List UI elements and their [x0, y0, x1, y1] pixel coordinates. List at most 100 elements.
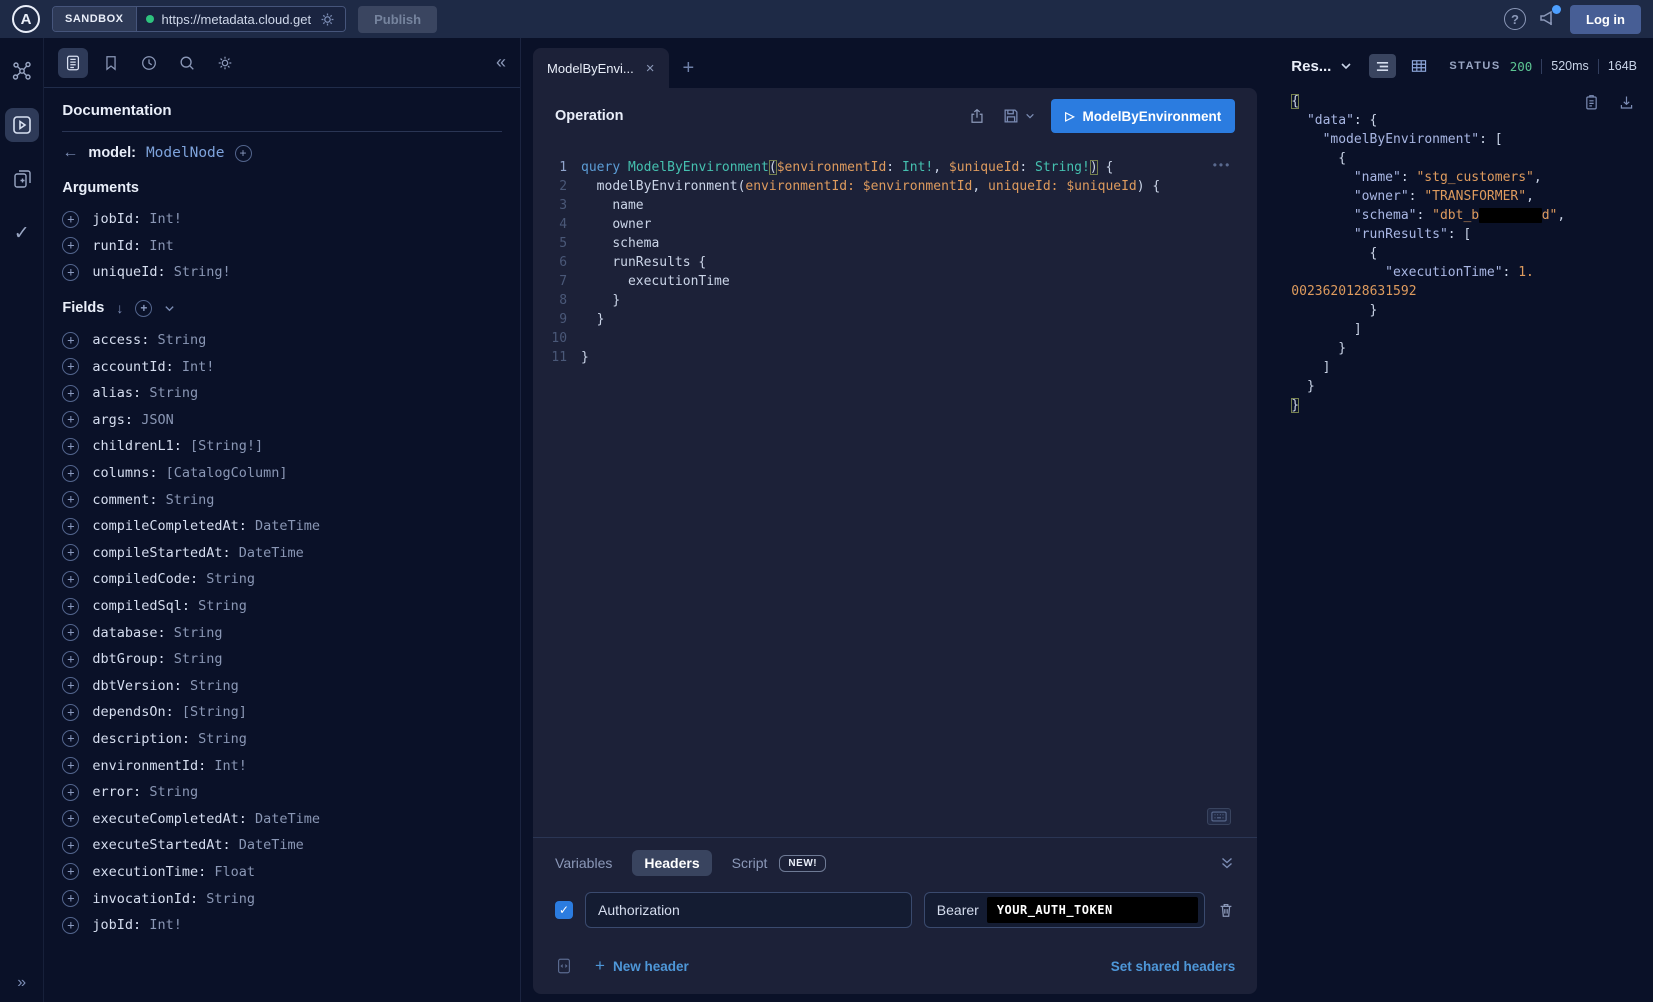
announcements-icon[interactable]: [1538, 8, 1558, 31]
field-type[interactable]: String: [149, 784, 198, 800]
add-field-icon[interactable]: [62, 624, 79, 641]
field-name[interactable]: executeCompletedAt:: [92, 811, 246, 827]
query-editor[interactable]: 1234567891011 query ModelByEnvironment($…: [533, 144, 1257, 837]
add-field-icon[interactable]: [62, 465, 79, 482]
add-field-icon[interactable]: [62, 784, 79, 801]
field-type[interactable]: [CatalogColumn]: [166, 465, 288, 481]
add-field-icon[interactable]: [62, 810, 79, 827]
response-json[interactable]: {"data": {"modelByEnvironment": [{"name"…: [1291, 94, 1637, 417]
add-field-icon[interactable]: [62, 518, 79, 535]
expand-panel-icon[interactable]: »: [17, 974, 26, 992]
field-name[interactable]: compileStartedAt:: [92, 545, 230, 561]
keyboard-shortcuts-icon[interactable]: [1207, 808, 1231, 825]
field-name[interactable]: dependsOn:: [92, 704, 173, 720]
field-type[interactable]: Int!: [149, 917, 182, 933]
field-name[interactable]: columns:: [92, 465, 157, 481]
field-name[interactable]: jobId:: [92, 917, 141, 933]
field-name[interactable]: executionTime:: [92, 864, 206, 880]
field-type[interactable]: String: [198, 598, 247, 614]
graph-icon[interactable]: [5, 54, 39, 88]
endpoint-settings-gear-icon[interactable]: [319, 11, 336, 28]
field-name[interactable]: alias:: [92, 385, 141, 401]
field-name[interactable]: comment:: [92, 492, 157, 508]
endpoint-url-input[interactable]: https://metadata.cloud.get: [137, 7, 346, 31]
operations-icon[interactable]: [5, 108, 39, 142]
header-presets-icon[interactable]: [555, 957, 573, 975]
header-enabled-checkbox[interactable]: ✓: [555, 901, 573, 919]
delete-header-trash-icon[interactable]: [1217, 901, 1235, 919]
share-icon[interactable]: [968, 107, 986, 125]
new-tab-icon[interactable]: +: [683, 57, 695, 80]
new-header-button[interactable]: + New header: [595, 956, 689, 976]
search-icon[interactable]: [172, 48, 202, 78]
history-icon[interactable]: [134, 48, 164, 78]
add-field-icon[interactable]: [62, 704, 79, 721]
tab-script[interactable]: Script: [732, 855, 768, 871]
field-type[interactable]: [String]: [182, 704, 247, 720]
field-type[interactable]: String: [206, 891, 255, 907]
checklist-icon[interactable]: ✓: [5, 216, 39, 250]
header-value-input[interactable]: Bearer YOUR_AUTH_TOKEN: [924, 892, 1206, 928]
help-icon[interactable]: ?: [1504, 8, 1526, 30]
argument-name[interactable]: jobId:: [92, 211, 141, 227]
add-field-icon[interactable]: [62, 332, 79, 349]
field-type[interactable]: Int!: [182, 359, 215, 375]
argument-type[interactable]: String!: [174, 264, 231, 280]
field-type[interactable]: DateTime: [255, 518, 320, 534]
field-type[interactable]: DateTime: [255, 811, 320, 827]
field-type[interactable]: DateTime: [239, 837, 304, 853]
field-type[interactable]: DateTime: [239, 545, 304, 561]
tab-headers[interactable]: Headers: [632, 850, 711, 876]
field-name[interactable]: environmentId:: [92, 758, 206, 774]
field-name[interactable]: compiledSql:: [92, 598, 190, 614]
argument-type[interactable]: Int: [149, 238, 173, 254]
collapse-section-double-chevron-icon[interactable]: [1219, 855, 1235, 871]
documentation-tab-icon[interactable]: [58, 48, 88, 78]
add-field-icon[interactable]: [62, 544, 79, 561]
field-type[interactable]: String: [157, 332, 206, 348]
field-type[interactable]: String: [206, 571, 255, 587]
add-argument-icon[interactable]: [62, 211, 79, 228]
add-field-icon[interactable]: [62, 411, 79, 428]
add-field-icon[interactable]: [235, 145, 252, 162]
field-name[interactable]: executeStartedAt:: [92, 837, 230, 853]
endpoint-url[interactable]: https://metadata.cloud.get: [162, 12, 312, 27]
operation-tab[interactable]: ModelByEnvi... ×: [533, 48, 668, 88]
add-field-icon[interactable]: [62, 385, 79, 402]
settings-gear-icon[interactable]: [210, 48, 240, 78]
bookmark-icon[interactable]: [96, 48, 126, 78]
add-field-icon[interactable]: [62, 598, 79, 615]
download-response-icon[interactable]: [1618, 94, 1635, 111]
query-code[interactable]: query ModelByEnvironment($environmentId:…: [581, 158, 1257, 837]
tab-variables[interactable]: Variables: [555, 855, 612, 871]
add-argument-icon[interactable]: [62, 237, 79, 254]
table-view-toggle-icon[interactable]: [1405, 54, 1432, 78]
close-tab-icon[interactable]: ×: [646, 60, 655, 77]
add-field-icon[interactable]: [62, 730, 79, 747]
header-key-input[interactable]: Authorization: [585, 892, 912, 928]
save-menu[interactable]: [1002, 107, 1035, 125]
fields-chevron-down-icon[interactable]: [164, 303, 175, 314]
add-field-icon[interactable]: [62, 651, 79, 668]
add-field-icon[interactable]: [62, 438, 79, 455]
argument-name[interactable]: uniqueId:: [92, 264, 165, 280]
add-field-icon[interactable]: [62, 837, 79, 854]
field-type[interactable]: String: [190, 678, 239, 694]
collapse-panel-icon[interactable]: «: [496, 52, 506, 73]
field-name[interactable]: compileCompletedAt:: [92, 518, 246, 534]
field-type[interactable]: [String!]: [190, 438, 263, 454]
publish-button[interactable]: Publish: [358, 6, 437, 33]
add-field-icon[interactable]: [62, 757, 79, 774]
copy-response-icon[interactable]: [1583, 94, 1600, 111]
field-name[interactable]: database:: [92, 625, 165, 641]
add-argument-icon[interactable]: [62, 264, 79, 281]
argument-type[interactable]: Int!: [149, 211, 182, 227]
breadcrumb-type[interactable]: ModelNode: [146, 145, 225, 161]
field-type[interactable]: Float: [214, 864, 255, 880]
field-type[interactable]: String: [174, 651, 223, 667]
add-field-icon[interactable]: [62, 890, 79, 907]
field-name[interactable]: childrenL1:: [92, 438, 181, 454]
auth-token-redacted[interactable]: YOUR_AUTH_TOKEN: [987, 897, 1198, 923]
response-chevron-down-icon[interactable]: [1340, 60, 1352, 72]
sort-fields-icon[interactable]: ↓: [116, 300, 123, 316]
